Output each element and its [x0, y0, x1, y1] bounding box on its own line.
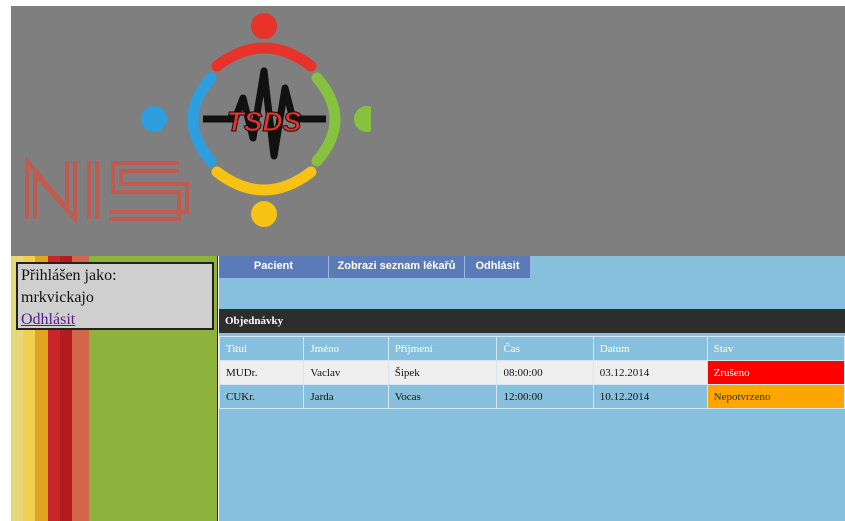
column-header: Datum [592, 336, 708, 361]
top-nav: Pacient Zobrazi seznam lékařů Odhlásit [219, 256, 531, 278]
appointments-table: Titul Jméno Příjmení Čas Datum Stav MUDr… [218, 336, 845, 409]
nav-item-doctors-list[interactable]: Zobrazi seznam lékařů [329, 256, 465, 278]
sidebar: Přihlášen jako: mrkvickajo Odhlásit [11, 256, 218, 521]
column-header: Jméno [303, 336, 389, 361]
cell-titul: MUDr. [218, 360, 305, 385]
table-header-row: Titul Jméno Příjmení Čas Datum Stav [218, 336, 845, 361]
nis-tsds-logo: TSDS [25, 13, 371, 227]
status-badge: Zrušeno [706, 360, 845, 385]
logged-in-label: Přihlášen jako: [21, 267, 117, 284]
cell-titul: CUKr. [218, 384, 305, 409]
cell-jmeno: Vaclav [303, 360, 389, 385]
status-badge: Nepotvrzeno [706, 384, 845, 409]
panel-title: Objednávky [219, 309, 845, 333]
table-row[interactable]: CUKr. Jarda Vocas 12:00:00 10.12.2014 Ne… [218, 384, 845, 409]
nav-item-pacient[interactable]: Pacient [219, 256, 329, 278]
column-header: Titul [218, 336, 305, 361]
column-header: Stav [706, 336, 845, 361]
yellow-person-icon [251, 201, 277, 227]
column-header: Čas [496, 336, 594, 361]
login-info-box: Přihlášen jako: mrkvickajo Odhlásit [16, 262, 214, 330]
column-header: Příjmení [387, 336, 498, 361]
tsds-logo-text: TSDS [227, 106, 302, 137]
red-person-icon [251, 13, 277, 39]
main-content: Pacient Zobrazi seznam lékařů Odhlásit O… [218, 256, 845, 521]
cell-jmeno: Jarda [303, 384, 389, 409]
table-row[interactable]: MUDr. Vaclav Šipek 08:00:00 03.12.2014 Z… [218, 360, 845, 385]
blue-person-icon [141, 106, 167, 132]
cell-datum: 03.12.2014 [592, 360, 708, 385]
username: mrkvickajo [21, 289, 94, 306]
sidebar-divider [217, 256, 218, 521]
nav-item-logout[interactable]: Odhlásit [465, 256, 531, 278]
sidebar-logout-link[interactable]: Odhlásit [21, 311, 75, 328]
cell-prijmeni: Vocas [387, 384, 498, 409]
cell-cas: 08:00:00 [496, 360, 594, 385]
cell-prijmeni: Šipek [387, 360, 498, 385]
nis-logo-text [25, 155, 189, 225]
cell-datum: 10.12.2014 [592, 384, 708, 409]
cell-cas: 12:00:00 [496, 384, 594, 409]
page-header: TSDS [11, 6, 845, 256]
green-person-icon [354, 106, 371, 132]
